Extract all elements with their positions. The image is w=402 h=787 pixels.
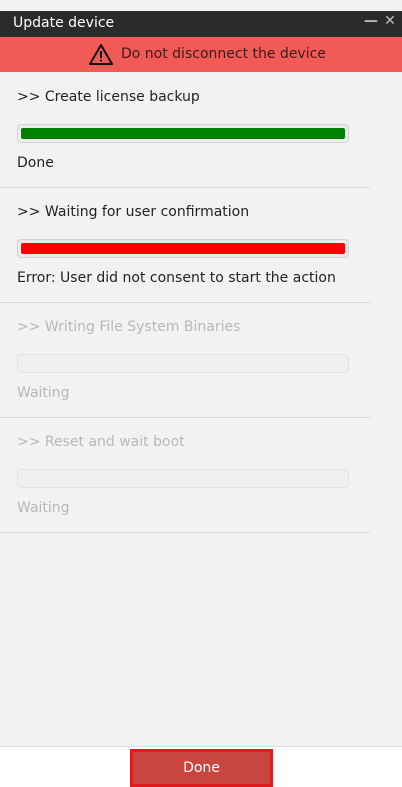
step-status: Done [17,155,54,171]
progress-bar [17,124,349,143]
progress-bar [17,239,349,258]
step-waiting-user-confirmation: >> Waiting for user confirmation Error: … [0,187,370,303]
progress-bar [17,354,349,373]
minimize-icon[interactable]: — [364,13,378,33]
step-reset-and-wait-boot: >> Reset and wait boot Waiting [0,417,370,533]
warning-message: Do not disconnect the device [121,46,326,62]
footer: Done [0,746,402,787]
step-label: >> Writing File System Binaries [17,319,241,335]
window-title: Update device [13,15,115,31]
warning-icon [89,44,113,65]
warning-banner: Do not disconnect the device [0,37,402,72]
step-status: Error: User did not consent to start the… [17,270,336,286]
step-create-license-backup: >> Create license backup Done [0,72,370,188]
close-icon[interactable]: ✕ [383,13,397,33]
update-device-window: Update device — ✕ Do not disconnect the … [0,0,402,787]
progress-bar [17,469,349,488]
step-status: Waiting [17,500,70,516]
done-button[interactable]: Done [130,749,273,787]
step-label: >> Reset and wait boot [17,434,185,450]
step-writing-file-system-binaries: >> Writing File System Binaries Waiting [0,302,370,418]
step-label: >> Waiting for user confirmation [17,204,250,220]
step-status: Waiting [17,385,70,401]
step-label: >> Create license backup [17,89,200,105]
progress-fill [21,128,345,139]
progress-fill [21,243,345,254]
title-bar: Update device — ✕ [0,11,402,37]
